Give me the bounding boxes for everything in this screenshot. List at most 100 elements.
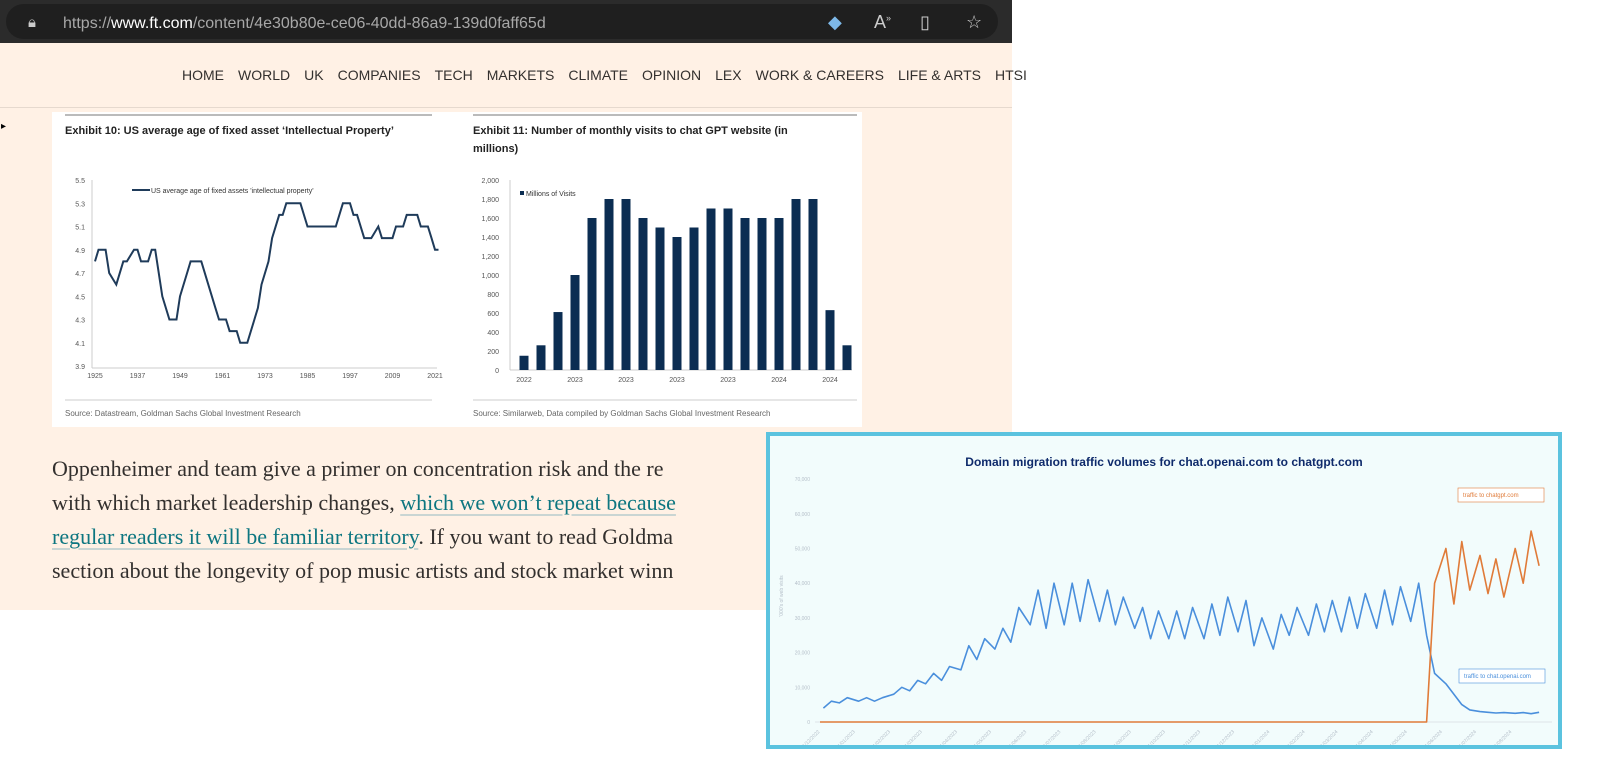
bar-7 — [638, 218, 648, 370]
domain-migration-chart-panel: Domain migration traffic volumes for cha… — [766, 432, 1562, 751]
bar-2 — [553, 312, 563, 370]
y-tick-label: 1,800 — [481, 197, 499, 204]
immersive-reader-icon[interactable]: ▯ — [920, 12, 930, 33]
x-tick-label: 1937 — [130, 373, 146, 380]
article-text: . If you want to read Goldma — [418, 524, 674, 549]
x-tick-label: 01/05/2024 — [1387, 729, 1409, 745]
article-line: with which market leadership changes, wh… — [52, 486, 676, 520]
chatgpt-com-line — [820, 530, 1540, 723]
x-tick-label: 01/12/2022 — [799, 729, 821, 745]
x-tick-label: 01/01/2024 — [1249, 729, 1271, 745]
legend-label: US average age of fixed assets 'intellec… — [151, 188, 314, 195]
exhibit11-title: Exhibit 11: Number of monthly visits to … — [473, 125, 788, 137]
x-tick-label: 2009 — [385, 373, 401, 380]
y-tick-label: 4.3 — [75, 318, 85, 325]
bar-5 — [604, 199, 614, 370]
bar-9 — [672, 237, 682, 370]
x-tick-label: 1997 — [342, 373, 358, 380]
x-tick-label: 01/08/2024 — [1491, 729, 1513, 745]
article-line: Oppenheimer and team give a primer on co… — [52, 456, 664, 481]
nav-item-uk[interactable]: UK — [304, 67, 323, 83]
y-axis-label: '000's of web visits — [779, 575, 785, 617]
legend-label: traffic to chat.openai.com — [1464, 674, 1531, 680]
tag-icon[interactable]: ◆ — [828, 12, 842, 33]
nav-item-opinion[interactable]: OPINION — [642, 67, 701, 83]
x-tick-label: 1973 — [257, 373, 273, 380]
y-tick-label: 70,000 — [795, 477, 811, 483]
y-tick-label: 1,200 — [481, 254, 499, 261]
y-tick-label: 4.1 — [75, 341, 85, 348]
chart-title: Domain migration traffic volumes for cha… — [965, 455, 1362, 469]
nav-item-work-careers[interactable]: WORK & CAREERS — [756, 67, 884, 83]
x-tick-label: 01/04/2023 — [937, 729, 959, 745]
x-tick-label: 01/12/2023 — [1214, 729, 1236, 745]
x-tick-label: 2023 — [618, 377, 634, 384]
article-line: section about the longevity of pop music… — [52, 558, 674, 583]
y-tick-label: 3.9 — [75, 364, 85, 371]
x-tick-label: 01/08/2023 — [1076, 729, 1098, 745]
y-tick-label: 800 — [487, 292, 499, 299]
y-tick-label: 0 — [807, 720, 810, 726]
y-tick-label: 2,000 — [481, 178, 499, 185]
x-tick-label: 2023 — [669, 377, 685, 384]
x-tick-label: 2023 — [720, 377, 736, 384]
x-tick-label: 1925 — [87, 373, 103, 380]
bar-14 — [757, 218, 767, 370]
source-note: Source: Similarweb, Data compiled by Gol… — [473, 409, 770, 418]
bar-0 — [519, 355, 529, 370]
article-link[interactable]: regular readers it will be familiar terr… — [52, 524, 418, 549]
y-tick-label: 0 — [495, 368, 499, 375]
nav-item-tech[interactable]: TECH — [435, 67, 473, 83]
nav-item-markets[interactable]: MARKETS — [487, 67, 555, 83]
article-paragraph: Oppenheimer and team give a primer on co… — [52, 452, 676, 588]
lock-icon[interactable]: 🔒︎ — [28, 14, 36, 31]
x-tick-label: 2024 — [771, 377, 787, 384]
article-text: with which market leadership changes, — [52, 490, 401, 515]
x-tick-label: 01/01/2023 — [835, 729, 857, 745]
y-tick-label: 40,000 — [795, 581, 811, 587]
bar-15 — [774, 218, 784, 370]
y-tick-label: 1,000 — [481, 273, 499, 280]
y-tick-label: 200 — [487, 349, 499, 356]
x-tick-label: 1961 — [215, 373, 231, 380]
favorite-star-icon[interactable]: ☆ — [966, 12, 982, 33]
x-tick-label: 01/02/2024 — [1285, 729, 1307, 745]
bar-8 — [655, 227, 665, 370]
nav-item-htsi[interactable]: HTSI — [995, 67, 1027, 83]
x-tick-label: 2021 — [427, 373, 443, 380]
nav-item-climate[interactable]: CLIMATE — [568, 67, 628, 83]
x-tick-label: 01/06/2024 — [1422, 729, 1444, 745]
x-tick-label: 01/04/2024 — [1353, 729, 1375, 745]
y-tick-label: 5.1 — [75, 225, 85, 232]
nav-item-home[interactable]: HOME — [182, 67, 224, 83]
bar-19 — [842, 345, 852, 370]
y-tick-label: 4.5 — [75, 294, 85, 301]
x-tick-label: 01/03/2023 — [902, 729, 924, 745]
x-tick-label: 01/07/2024 — [1456, 729, 1478, 745]
x-tick-label: 1949 — [172, 373, 188, 380]
bar-18 — [825, 310, 835, 370]
exhibit11-title-line2: millions) — [473, 143, 519, 155]
address-bar[interactable]: 🔒︎ https://www.ft.com/content/4e30b80e-c… — [6, 4, 998, 39]
y-tick-label: 50,000 — [795, 547, 811, 553]
y-tick-label: 1,400 — [481, 235, 499, 242]
mouse-cursor-icon: ▸ — [1, 121, 7, 132]
bar-12 — [723, 208, 733, 370]
bar-11 — [706, 208, 716, 370]
nav-item-lex[interactable]: LEX — [715, 67, 741, 83]
nav-item-world[interactable]: WORLD — [238, 67, 290, 83]
legend-label: traffic to chatgpt.com — [1463, 493, 1519, 499]
article-link[interactable]: which we won’t repeat because — [400, 490, 676, 515]
nav-item-companies[interactable]: COMPANIES — [338, 67, 421, 83]
exhibit10-title: Exhibit 10: US average age of fixed asse… — [65, 125, 394, 137]
x-tick-label: 1985 — [300, 373, 316, 380]
y-tick-label: 4.9 — [75, 248, 85, 255]
url-text[interactable]: https://www.ft.com/content/4e30b80e-ce06… — [63, 15, 546, 33]
read-aloud-icon[interactable]: A» — [874, 12, 891, 33]
x-tick-label: 01/03/2024 — [1317, 729, 1339, 745]
x-tick-label: 01/05/2023 — [971, 729, 993, 745]
y-tick-label: 600 — [487, 311, 499, 318]
nav-item-life-arts[interactable]: LIFE & ARTS — [898, 67, 981, 83]
bar-17 — [808, 199, 818, 370]
exhibits-image: Exhibit 10: US average age of fixed asse… — [52, 112, 862, 427]
